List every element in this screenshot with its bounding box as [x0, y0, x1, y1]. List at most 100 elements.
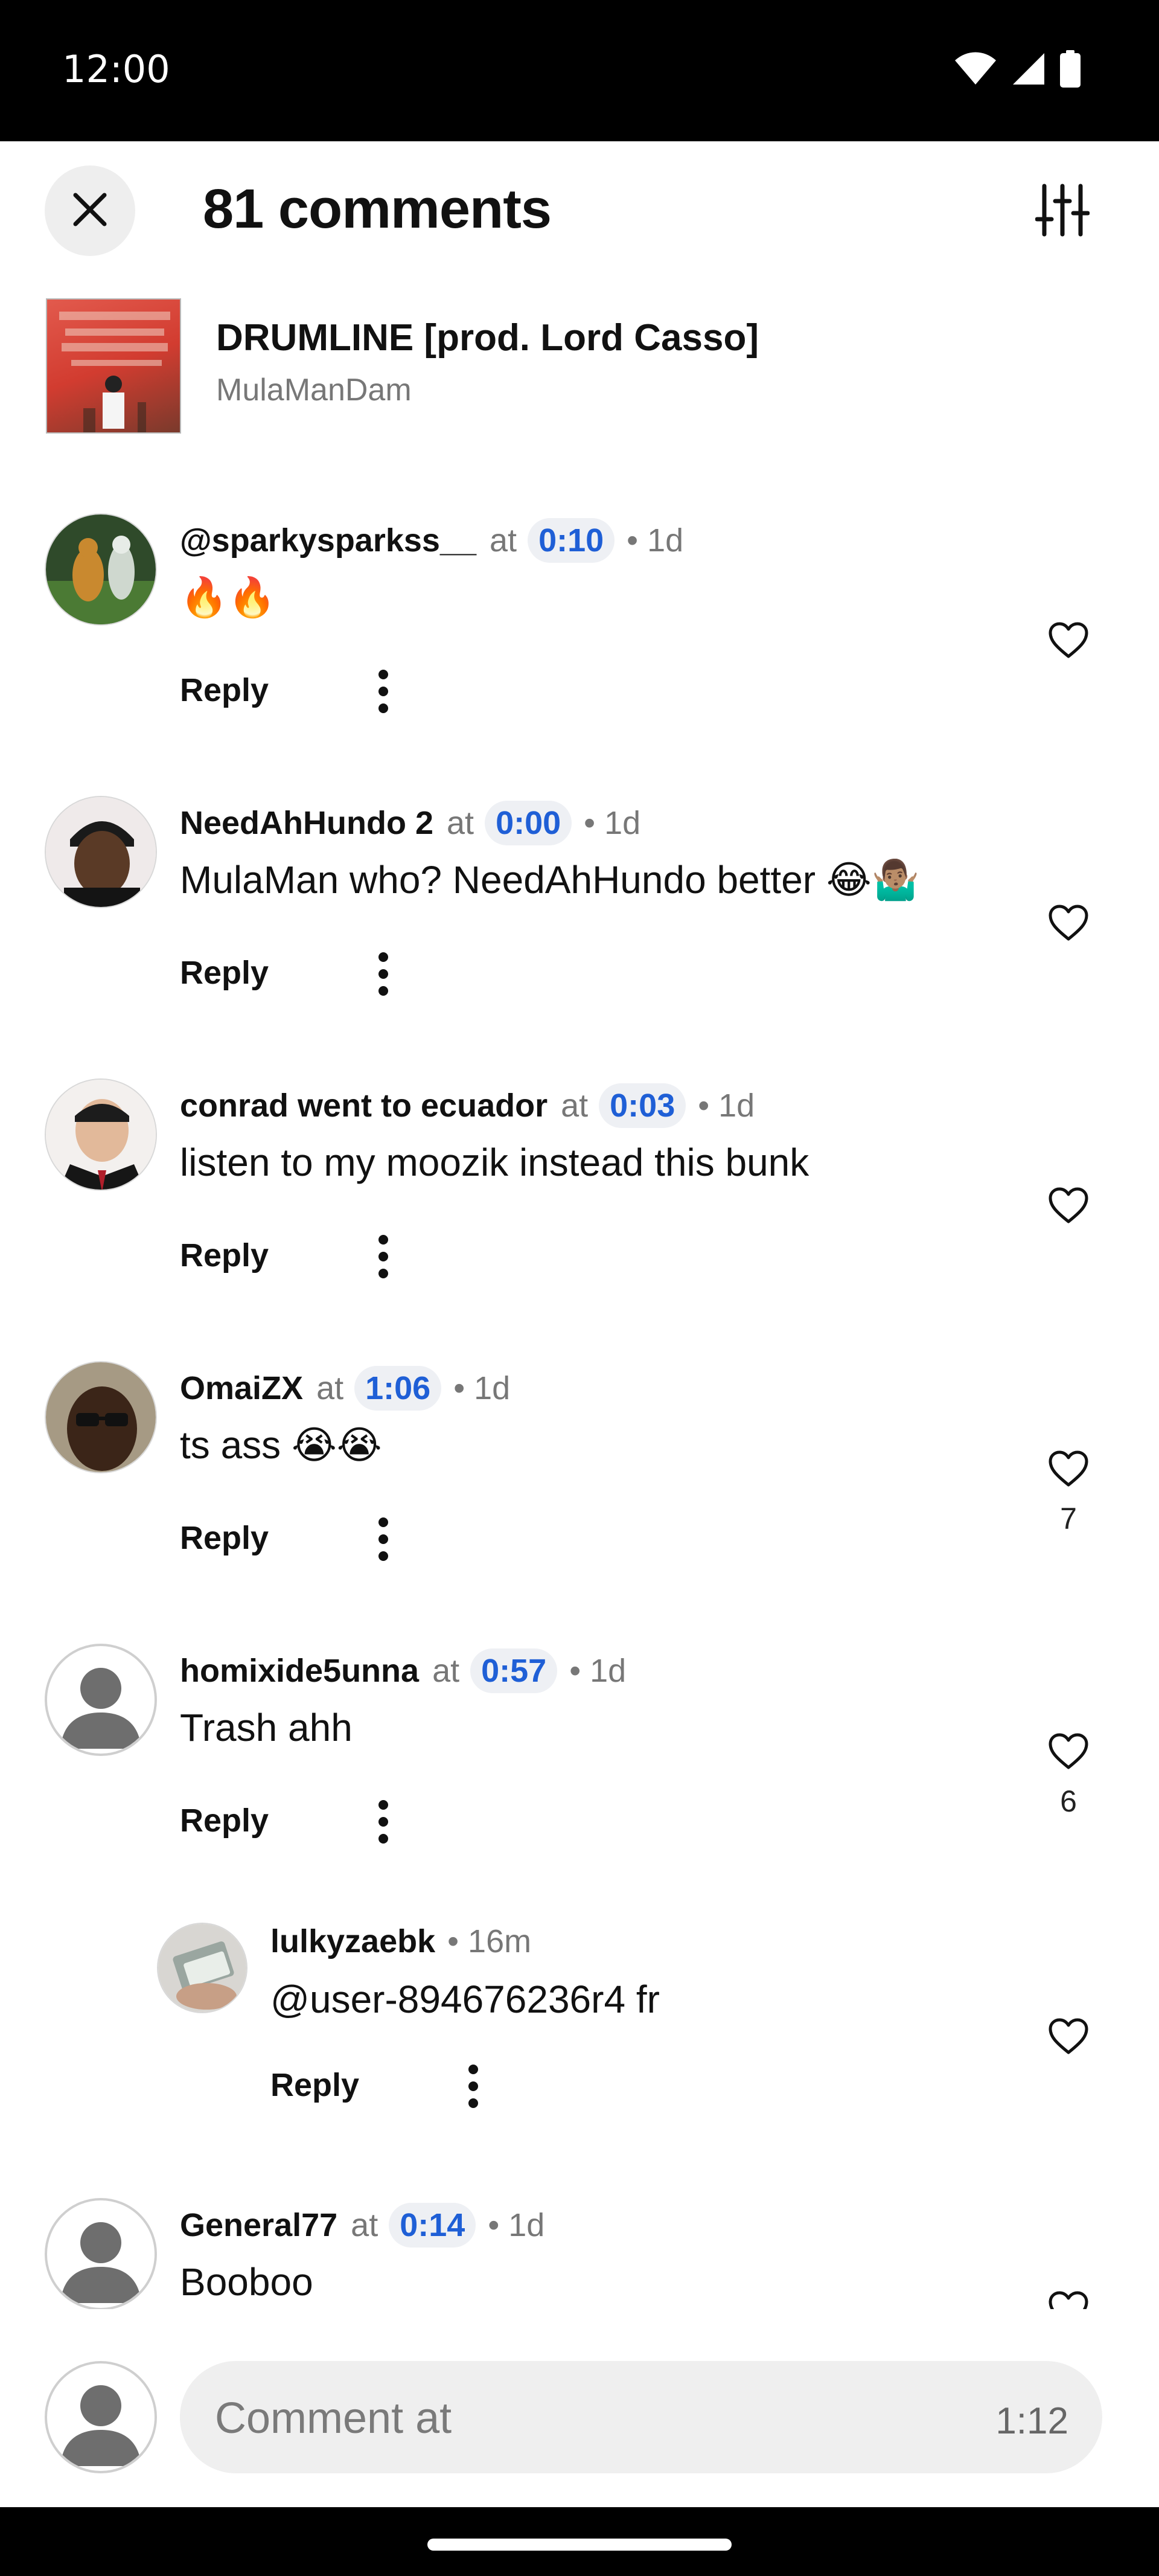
comment-meta: homixide5unna at 0:57 • 1d	[180, 1648, 626, 1693]
wifi-icon	[954, 52, 997, 86]
more-options-button[interactable]	[365, 665, 401, 720]
comment-composer: Comment at 1:12	[0, 2331, 1159, 2500]
track-info[interactable]: DRUMLINE [prod. Lord Casso] MulaManDam	[0, 298, 1159, 437]
comment-text: listen to my moozik instead this bunk	[180, 1141, 809, 1184]
comment-text: Trash ahh	[180, 1706, 353, 1749]
comment-username[interactable]: @sparkysparkss__	[180, 522, 476, 559]
comment-at-label: at	[490, 522, 517, 559]
comments-list[interactable]: @sparkysparkss__ at 0:10 • 1d 🔥🔥 Reply N…	[0, 485, 1159, 2309]
sliders-icon	[1035, 183, 1090, 240]
heart-icon	[1048, 2017, 1089, 2058]
comment-age: • 1d	[584, 805, 641, 841]
comment-meta: lulkyzaebk • 16m	[270, 1923, 531, 1960]
comment-meta: @sparkysparkss__ at 0:10 • 1d	[180, 518, 683, 563]
comment-username[interactable]: OmaiZX	[180, 1370, 303, 1407]
like-button[interactable]	[1044, 1446, 1093, 1494]
comment-username[interactable]: NeedAhHundo 2	[180, 804, 433, 842]
like-button[interactable]	[1044, 2286, 1093, 2309]
heart-icon	[1048, 1450, 1089, 1490]
track-title: DRUMLINE [prod. Lord Casso]	[216, 317, 759, 359]
like-button[interactable]	[1044, 1728, 1093, 1777]
comment-timestamp[interactable]: 0:10	[528, 518, 615, 563]
comment-meta: General77 at 0:14 • 1d	[180, 2203, 544, 2248]
track-artist[interactable]: MulaManDam	[216, 372, 412, 408]
like-button[interactable]	[1044, 900, 1093, 948]
heart-icon	[1048, 1732, 1089, 1773]
status-icons	[954, 50, 1081, 88]
like-button[interactable]	[1044, 617, 1093, 665]
more-options-button[interactable]	[365, 948, 401, 1002]
comment-at-label: at	[561, 1088, 589, 1124]
comment-age: • 1d	[488, 2207, 545, 2243]
status-time: 12:00	[62, 47, 170, 91]
comment-input-placeholder: Comment at	[215, 2394, 452, 2443]
more-vertical-icon	[377, 669, 389, 716]
avatar[interactable]	[157, 1923, 247, 2013]
reply-button[interactable]: Reply	[180, 1519, 269, 1557]
more-vertical-icon	[377, 1517, 389, 1564]
comment-timestamp[interactable]: 0:14	[389, 2203, 476, 2248]
filter-button[interactable]	[1032, 181, 1093, 242]
more-vertical-icon	[377, 1234, 389, 1281]
comment-at-label: at	[432, 1653, 460, 1689]
reply-button[interactable]: Reply	[180, 671, 269, 709]
reply-button[interactable]: Reply	[180, 954, 269, 992]
reply-button[interactable]: Reply	[180, 1802, 269, 1839]
comment-username[interactable]: General77	[180, 2206, 337, 2244]
comment-age: • 16m	[447, 1923, 532, 1959]
more-options-button[interactable]	[365, 1796, 401, 1850]
comment-timestamp-indicator: 1:12	[995, 2400, 1068, 2442]
comment-age: • 1d	[698, 1088, 755, 1124]
heart-icon	[1048, 1187, 1089, 1227]
like-button[interactable]	[1044, 2013, 1093, 2062]
comment-at-label: at	[316, 1370, 344, 1406]
reply-button[interactable]: Reply	[270, 2066, 359, 2104]
like-button[interactable]	[1044, 1182, 1093, 1231]
comment-age: • 1d	[453, 1370, 511, 1406]
track-artwork	[46, 298, 181, 434]
avatar[interactable]	[45, 513, 157, 626]
comment-text: MulaMan who? NeedAhHundo better 😂🤷🏽‍♂️	[180, 858, 920, 902]
system-nav-bar	[0, 2507, 1159, 2576]
comment-age: • 1d	[627, 522, 684, 559]
comment-username[interactable]: lulkyzaebk	[270, 1923, 435, 1960]
heart-icon	[1048, 904, 1089, 944]
current-user-avatar	[45, 2361, 157, 2473]
comment-username[interactable]: homixide5unna	[180, 1652, 419, 1690]
comment-timestamp[interactable]: 0:03	[599, 1083, 686, 1128]
reply-button[interactable]: Reply	[180, 1237, 269, 1274]
comment-input[interactable]: Comment at 1:12	[180, 2361, 1102, 2473]
close-icon	[71, 190, 109, 232]
comment-timestamp[interactable]: 1:06	[354, 1366, 442, 1411]
more-options-button[interactable]	[455, 2060, 491, 2115]
comment-username[interactable]: conrad went to ecuador	[180, 1087, 548, 1124]
more-options-button[interactable]	[365, 1513, 401, 1568]
like-count: 6	[1060, 1784, 1077, 1818]
comment-text: @user-894676236r4 fr	[270, 1978, 660, 2021]
heart-icon	[1048, 2290, 1089, 2309]
comment-timestamp[interactable]: 0:00	[485, 801, 572, 845]
avatar[interactable]	[45, 1078, 157, 1191]
battery-icon	[1060, 50, 1081, 88]
comment-timestamp[interactable]: 0:57	[470, 1648, 558, 1693]
page-title: 81 comments	[203, 178, 552, 240]
comment-meta: NeedAhHundo 2 at 0:00 • 1d	[180, 801, 640, 845]
avatar[interactable]	[45, 1644, 157, 1756]
more-vertical-icon	[377, 952, 389, 999]
heart-icon	[1048, 621, 1089, 662]
like-count: 7	[1060, 1502, 1077, 1536]
comment-text: 🔥🔥	[180, 575, 276, 619]
comment-meta: OmaiZX at 1:06 • 1d	[180, 1366, 510, 1411]
more-options-button[interactable]	[365, 1231, 401, 1285]
close-button[interactable]	[45, 165, 135, 256]
signal-icon	[1012, 52, 1046, 86]
avatar[interactable]	[45, 796, 157, 908]
avatar[interactable]	[45, 1361, 157, 1473]
comment-meta: conrad went to ecuador at 0:03 • 1d	[180, 1083, 755, 1128]
avatar[interactable]	[45, 2198, 157, 2309]
home-gesture-handle[interactable]	[427, 2539, 732, 2551]
comments-header: 81 comments	[0, 141, 1159, 280]
comment-at-label: at	[351, 2207, 378, 2243]
more-vertical-icon	[377, 1799, 389, 1847]
comment-at-label: at	[447, 805, 474, 841]
